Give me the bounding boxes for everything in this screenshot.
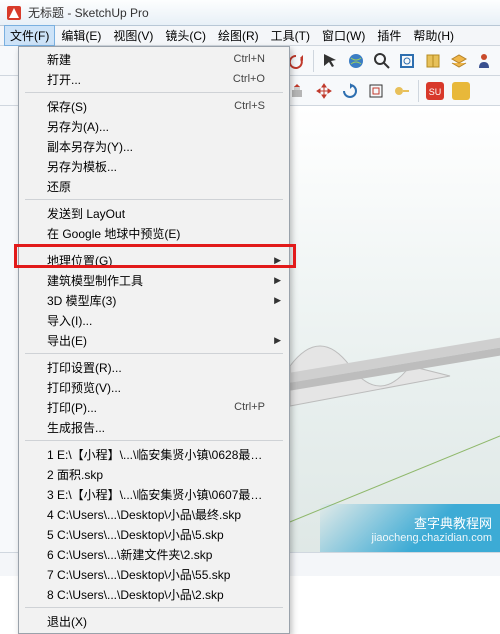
menu-recent-3[interactable]: 3 E:\【小程】\...\临安集贤小镇\0607最终.skp: [19, 484, 289, 504]
person-icon[interactable]: [472, 49, 496, 73]
menu-window[interactable]: 窗口(W): [316, 25, 371, 46]
tape-icon[interactable]: [390, 79, 414, 103]
menu-camera[interactable]: 镜头(C): [159, 25, 212, 46]
move-icon[interactable]: [312, 79, 336, 103]
su-red-icon[interactable]: SU: [423, 79, 447, 103]
file-menu-dropdown: 新建Ctrl+N 打开...Ctrl+O 保存(S)Ctrl+S 另存为(A).…: [18, 46, 290, 634]
rotate-icon[interactable]: [338, 79, 362, 103]
svg-text:SU: SU: [429, 87, 442, 97]
menu-restore[interactable]: 还原: [19, 176, 289, 196]
book-icon[interactable]: [421, 49, 445, 73]
menu-export[interactable]: 导出(E)▶: [19, 330, 289, 350]
menu-warehouse[interactable]: 3D 模型库(3)▶: [19, 290, 289, 310]
menu-gen-report[interactable]: 生成报告...: [19, 417, 289, 437]
layers-icon[interactable]: [447, 49, 471, 73]
menu-save[interactable]: 保存(S)Ctrl+S: [19, 96, 289, 116]
menu-geo[interactable]: 地理位置(G)▶: [19, 250, 289, 270]
watermark-title: 查字典教程网: [414, 513, 492, 532]
submenu-arrow-icon: ▶: [274, 295, 281, 306]
menu-building-tools[interactable]: 建筑模型制作工具▶: [19, 270, 289, 290]
menu-send-layout[interactable]: 发送到 LayOut: [19, 203, 289, 223]
submenu-arrow-icon: ▶: [274, 275, 281, 286]
menu-open[interactable]: 打开...Ctrl+O: [19, 69, 289, 89]
app-yellow-icon[interactable]: [449, 79, 473, 103]
select-icon[interactable]: [318, 49, 342, 73]
title-bar: 无标题 - SketchUp Pro: [0, 0, 500, 26]
menu-file[interactable]: 文件(F): [4, 25, 55, 46]
menu-draw[interactable]: 绘图(R): [212, 25, 265, 46]
menu-save-as[interactable]: 另存为(A)...: [19, 116, 289, 136]
menu-bar: 文件(F) 编辑(E) 视图(V) 镜头(C) 绘图(R) 工具(T) 窗口(W…: [0, 26, 500, 46]
offset-icon[interactable]: [364, 79, 388, 103]
menu-save-copy[interactable]: 副本另存为(Y)...: [19, 136, 289, 156]
watermark-url: jiaocheng.chazidian.com: [372, 532, 492, 544]
menu-preview-earth[interactable]: 在 Google 地球中预览(E): [19, 223, 289, 243]
submenu-arrow-icon: ▶: [274, 255, 281, 266]
menu-tools[interactable]: 工具(T): [265, 25, 316, 46]
window-title: 无标题 - SketchUp Pro: [28, 4, 149, 21]
watermark: 查字典教程网 jiaocheng.chazidian.com: [320, 504, 500, 552]
menu-import[interactable]: 导入(I)...: [19, 310, 289, 330]
menu-plugins[interactable]: 插件: [371, 25, 407, 46]
menu-print[interactable]: 打印(P)...Ctrl+P: [19, 397, 289, 417]
app-icon: [6, 5, 22, 21]
menu-recent-5[interactable]: 5 C:\Users\...\Desktop\小品\5.skp: [19, 524, 289, 544]
menu-exit[interactable]: 退出(X): [19, 611, 289, 631]
menu-view[interactable]: 视图(V): [107, 25, 159, 46]
menu-save-template[interactable]: 另存为模板...: [19, 156, 289, 176]
menu-recent-4[interactable]: 4 C:\Users\...\Desktop\小品\最终.skp: [19, 504, 289, 524]
menu-recent-8[interactable]: 8 C:\Users\...\Desktop\小品\2.skp: [19, 584, 289, 604]
globe-icon[interactable]: [344, 49, 368, 73]
menu-edit[interactable]: 编辑(E): [55, 25, 107, 46]
menu-new[interactable]: 新建Ctrl+N: [19, 49, 289, 69]
menu-help[interactable]: 帮助(H): [407, 25, 460, 46]
menu-recent-6[interactable]: 6 C:\Users\...\新建文件夹\2.skp: [19, 544, 289, 564]
menu-recent-7[interactable]: 7 C:\Users\...\Desktop\小品\55.skp: [19, 564, 289, 584]
submenu-arrow-icon: ▶: [274, 335, 281, 346]
magnifier-icon[interactable]: [370, 49, 394, 73]
menu-recent-2[interactable]: 2 面积.skp: [19, 464, 289, 484]
menu-recent-1[interactable]: 1 E:\【小程】\...\临安集贤小镇\0628最终.skp: [19, 444, 289, 464]
menu-print-preview[interactable]: 打印预览(V)...: [19, 377, 289, 397]
menu-print-setup[interactable]: 打印设置(R)...: [19, 357, 289, 377]
zoom-extents-icon[interactable]: [395, 49, 419, 73]
